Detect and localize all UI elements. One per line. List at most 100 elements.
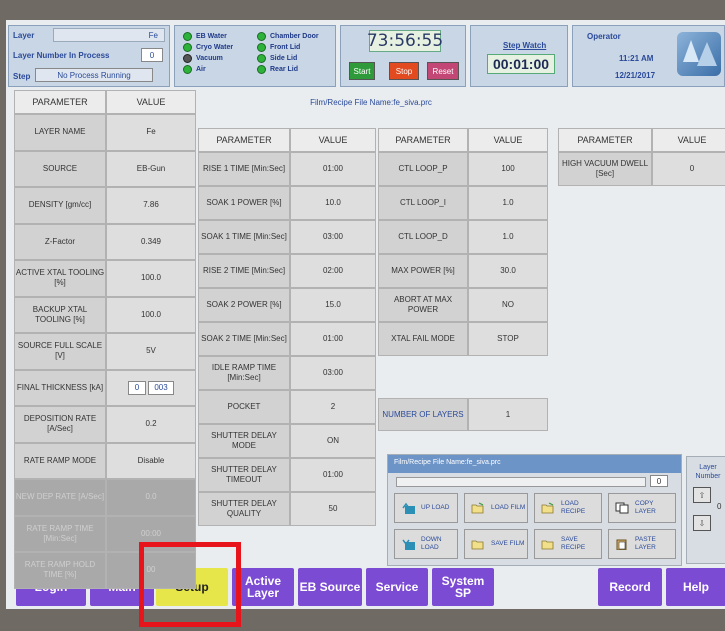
value-column-header: VALUE <box>106 90 196 114</box>
process-timer-display: 73:56:55 <box>366 30 444 52</box>
save-film-button[interactable]: SAVE FILM <box>464 529 528 559</box>
load-film-button[interactable]: LOAD FILM <box>464 493 528 523</box>
parameter-label: DENSITY [gm/cc] <box>14 187 106 224</box>
parameter-value[interactable]: 02:00 <box>290 254 376 288</box>
layer-number-label: Layer Number In Process <box>13 51 110 60</box>
parameter-label: SHUTTER DELAY MODE <box>198 424 290 458</box>
parameter-label: CTL LOOP_I <box>378 186 468 220</box>
parameter-label: LAYER NAME <box>14 114 106 151</box>
parameter-value[interactable]: 1.0 <box>468 186 548 220</box>
hmi-screen: Layer Fe Layer Number In Process 0 Step … <box>6 20 725 609</box>
number-of-layers-label: NUMBER OF LAYERS <box>378 398 468 431</box>
parameter-value[interactable]: 03:00 <box>290 220 376 254</box>
parameter-value[interactable]: Disable <box>106 442 196 479</box>
number-of-layers-value[interactable]: 1 <box>468 398 548 431</box>
parameter-value[interactable]: 01:00 <box>290 322 376 356</box>
save-recipe-button[interactable]: SAVE RECIPE <box>534 529 602 559</box>
step-watch-panel: Step Watch 00:01:00 <box>470 25 568 87</box>
upload-label: UP LOAD <box>421 504 450 511</box>
parameter-value[interactable]: 100.0 <box>106 296 196 333</box>
parameter-value[interactable]: 03:00 <box>290 356 376 390</box>
download-icon <box>402 539 415 550</box>
paste-layer-button[interactable]: PASTE LAYER <box>608 529 676 559</box>
parameter-value[interactable]: 1.0 <box>468 220 548 254</box>
arrow-up-icon: ⇧ <box>698 490 706 500</box>
nav-active-layer-button[interactable]: Active Layer <box>232 568 294 606</box>
parameter-label: FINAL THICKNESS [kA] <box>14 369 106 406</box>
parameter-value[interactable]: 100.0 <box>106 260 196 297</box>
indicator-label: Rear Lid <box>270 66 299 73</box>
indicator-label: Vacuum <box>196 55 223 62</box>
parameter-value[interactable]: 0 003 <box>106 369 196 406</box>
process-status-panel: Layer Fe Layer Number In Process 0 Step … <box>8 25 170 87</box>
parameter-value[interactable]: 7.86 <box>106 187 196 224</box>
status-led-icon <box>183 43 192 52</box>
nav-eb-source-button[interactable]: EB Source <box>298 568 362 606</box>
parameter-value[interactable]: STOP <box>468 322 548 356</box>
operator-label: Operator <box>587 32 621 41</box>
folder-open-icon <box>471 502 484 514</box>
step-watch-display: 00:01:00 <box>487 54 555 74</box>
nav-help-button[interactable]: Help <box>666 568 725 606</box>
download-button[interactable]: DOWN LOAD <box>394 529 458 559</box>
parameter-value[interactable]: 0.349 <box>106 223 196 260</box>
parameter-value[interactable]: ON <box>290 424 376 458</box>
file-counter: 0 <box>650 475 668 487</box>
parameter-label: SOURCE FULL SCALE [V] <box>14 333 106 370</box>
parameter-value[interactable]: 0 <box>652 152 725 186</box>
parameter-label: XTAL FAIL MODE <box>378 322 468 356</box>
parameter-label: RATE RAMP MODE <box>14 442 106 479</box>
parameter-label: SOAK 2 TIME [Min:Sec] <box>198 322 290 356</box>
thickness-decimal-input[interactable]: 003 <box>148 380 174 395</box>
indicator-eb-water: EB Water <box>183 32 227 41</box>
indicator-cryo-water: Cryo Water <box>183 43 233 52</box>
thickness-integer-input[interactable]: 0 <box>128 380 146 395</box>
parameter-value[interactable]: NO <box>468 288 548 322</box>
status-led-icon <box>183 54 192 63</box>
nav-service-button[interactable]: Service <box>366 568 428 606</box>
layer-up-button[interactable]: ⇧ <box>693 487 711 503</box>
nav-record-button[interactable]: Record <box>598 568 662 606</box>
parameter-value[interactable]: 01:00 <box>290 458 376 492</box>
indicator-label: Chamber Door <box>270 33 319 40</box>
indicator-label: Air <box>196 66 206 73</box>
load-recipe-label: LOAD RECIPE <box>561 500 586 515</box>
start-button[interactable]: Start <box>349 62 375 80</box>
parameter-label: MAX POWER [%] <box>378 254 468 288</box>
status-led-icon <box>183 32 192 41</box>
parameter-value[interactable]: 0.2 <box>106 406 196 443</box>
parameter-label: ACTIVE XTAL TOOLING [%] <box>14 260 106 297</box>
parameter-value[interactable]: EB-Gun <box>106 150 196 187</box>
parameter-value[interactable]: Fe <box>106 114 196 151</box>
copy-icon <box>615 502 629 514</box>
layer-down-button[interactable]: ⇩ <box>693 515 711 531</box>
indicator-label: Cryo Water <box>196 44 234 51</box>
clock-date: 12/21/2017 <box>615 71 656 80</box>
company-logo-icon <box>677 32 721 76</box>
value-column-header: VALUE <box>468 128 548 152</box>
save-film-label: SAVE FILM <box>491 540 525 547</box>
parameter-label: IDLE RAMP TIME [Min:Sec] <box>198 356 290 390</box>
parameter-value[interactable]: 50 <box>290 492 376 526</box>
parameter-value[interactable]: 10.0 <box>290 186 376 220</box>
parameter-value[interactable]: 30.0 <box>468 254 548 288</box>
stop-button[interactable]: Stop <box>389 62 419 80</box>
parameter-value[interactable]: 2 <box>290 390 376 424</box>
load-recipe-button[interactable]: LOAD RECIPE <box>534 493 602 523</box>
parameter-value[interactable]: 100 <box>468 152 548 186</box>
parameter-value[interactable]: 5V <box>106 333 196 370</box>
parameter-label: SOAK 1 TIME [Min:Sec] <box>198 220 290 254</box>
parameter-label: DEPOSITION RATE [A/Sec] <box>14 406 106 443</box>
parameter-value[interactable]: 15.0 <box>290 288 376 322</box>
reset-button[interactable]: Reset <box>427 62 459 80</box>
parameter-label: POCKET <box>198 390 290 424</box>
parameter-label: RATE RAMP TIME [Min:Sec] <box>14 515 106 552</box>
upload-button[interactable]: UP LOAD <box>394 493 458 523</box>
indicator-rear-lid: Rear Lid <box>257 65 298 74</box>
parameter-value[interactable]: 01:00 <box>290 152 376 186</box>
copy-layer-button[interactable]: COPY LAYER <box>608 493 676 523</box>
paste-layer-label: PASTE LAYER <box>635 536 656 551</box>
parameter-value[interactable]: 0.0 <box>106 479 196 516</box>
layer-number-panel-label: Layer Number <box>695 464 721 480</box>
nav-system-sp-button[interactable]: System SP <box>432 568 494 606</box>
